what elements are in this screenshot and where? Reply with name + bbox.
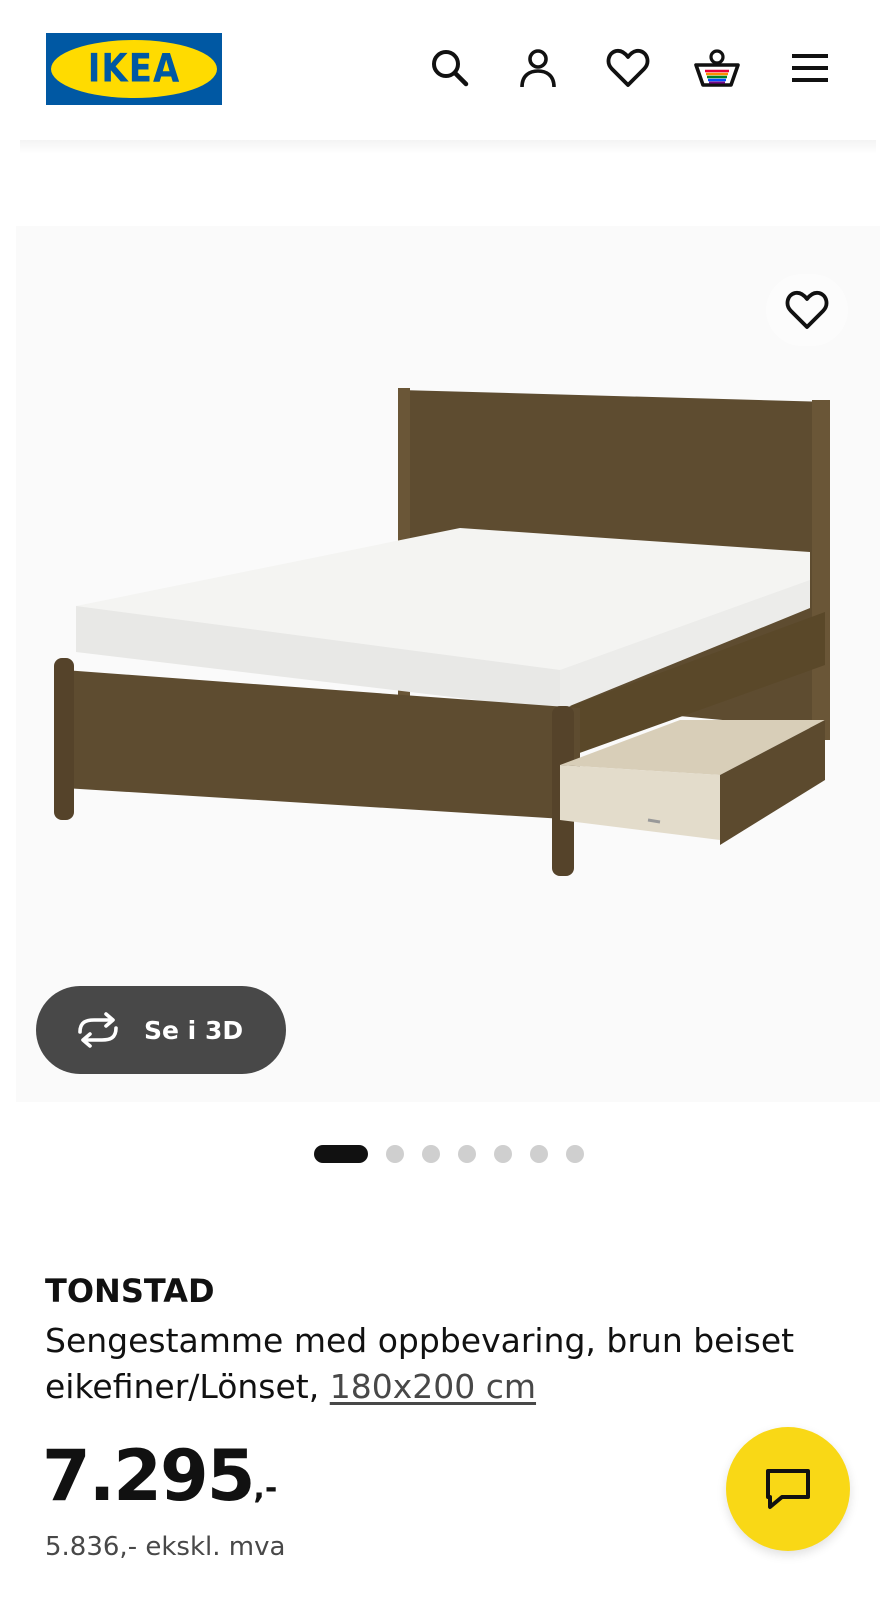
account-icon[interactable] bbox=[514, 44, 562, 92]
price-suffix: ,- bbox=[253, 1471, 278, 1506]
chat-bubble-icon bbox=[766, 1469, 810, 1509]
price-integer: 7.295 bbox=[42, 1435, 255, 1517]
carousel-dot-7[interactable] bbox=[566, 1145, 584, 1163]
product-image[interactable] bbox=[40, 380, 850, 904]
carousel-dot-1[interactable] bbox=[314, 1145, 368, 1163]
product-description: Sengestamme med oppbevaring, brun beiset… bbox=[45, 1318, 865, 1410]
price-excluding-vat: 5.836,- ekskl. mva bbox=[45, 1532, 286, 1562]
product-name: TONSTAD bbox=[45, 1272, 215, 1310]
view-in-3d-label: Se i 3D bbox=[144, 1015, 244, 1045]
product-price: 7.295 ,- bbox=[42, 1436, 277, 1516]
carousel-indicator bbox=[314, 1145, 602, 1163]
favourites-icon[interactable] bbox=[604, 44, 652, 92]
cart-icon[interactable] bbox=[693, 44, 741, 92]
search-icon[interactable] bbox=[426, 44, 474, 92]
menu-icon[interactable] bbox=[786, 44, 834, 92]
carousel-dot-2[interactable] bbox=[386, 1145, 404, 1163]
rotate-3d-icon bbox=[78, 1012, 118, 1048]
site-header: IKEA bbox=[0, 0, 896, 140]
carousel-dot-3[interactable] bbox=[422, 1145, 440, 1163]
chat-button[interactable] bbox=[726, 1427, 850, 1551]
carousel-dot-4[interactable] bbox=[458, 1145, 476, 1163]
logo-text: IKEA bbox=[87, 46, 181, 92]
product-size-link[interactable]: 180x200 cm bbox=[330, 1367, 536, 1406]
ikea-logo[interactable]: IKEA bbox=[46, 33, 222, 105]
carousel-dot-5[interactable] bbox=[494, 1145, 512, 1163]
view-in-3d-button[interactable]: Se i 3D bbox=[36, 986, 286, 1074]
heart-icon bbox=[785, 290, 829, 329]
header-shadow bbox=[20, 140, 876, 154]
add-to-favourites-button[interactable] bbox=[766, 274, 848, 346]
logo-oval: IKEA bbox=[51, 40, 217, 98]
carousel-dot-6[interactable] bbox=[530, 1145, 548, 1163]
